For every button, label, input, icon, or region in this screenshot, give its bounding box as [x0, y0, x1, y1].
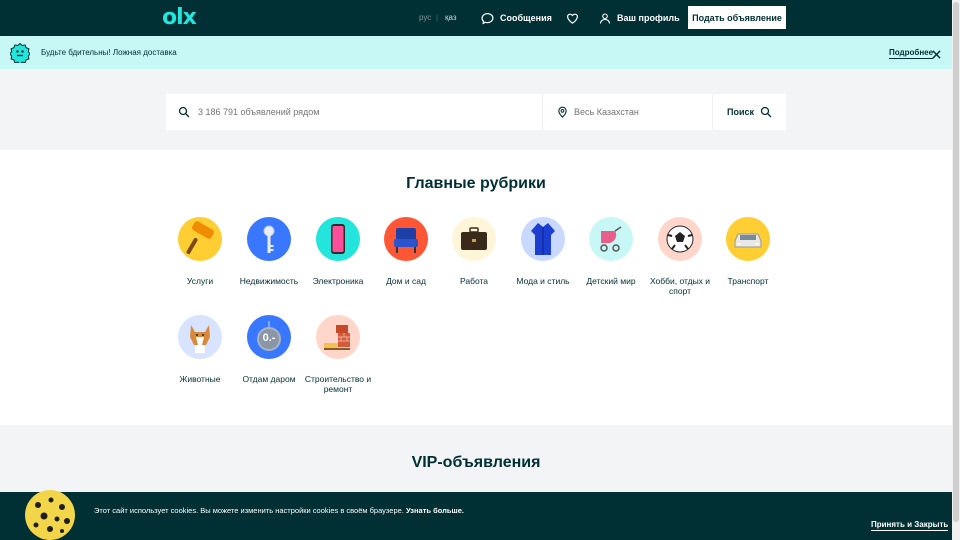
- location-input[interactable]: [574, 104, 704, 120]
- category-circle: [384, 217, 428, 261]
- category-circle: 0.-: [247, 315, 291, 359]
- category-label: Животные: [179, 374, 221, 384]
- category-circle: [589, 217, 633, 261]
- search-bar: Поиск: [166, 94, 786, 130]
- smartphone-icon: [331, 224, 345, 254]
- car-icon: [734, 233, 762, 248]
- cookie-message: Этот сайт использует cookies. Вы можете …: [94, 506, 404, 515]
- vip-section-title: VIP-объявления: [411, 454, 541, 471]
- category-label: Транспорт: [727, 276, 769, 286]
- search-icon: [760, 106, 772, 118]
- armchair-icon: [394, 228, 418, 253]
- key-icon: [263, 225, 275, 253]
- bricks-icon: [324, 325, 350, 350]
- category-jobs[interactable]: Работа: [434, 217, 514, 286]
- heart-icon: [567, 13, 578, 24]
- briefcase-icon: [461, 227, 487, 250]
- cookie-bar: Этот сайт использует cookies. Вы можете …: [0, 492, 952, 540]
- category-services[interactable]: Услуги: [160, 217, 240, 286]
- search-query-box: [166, 94, 543, 130]
- warning-banner: Будьте бдительны! Ложная доставка Подроб…: [0, 36, 952, 69]
- user-icon: [599, 12, 611, 24]
- category-construction[interactable]: Строительство и ремонт: [298, 315, 378, 394]
- profile-label: Ваш профиль: [617, 13, 680, 23]
- location-box: [543, 94, 713, 130]
- category-kids[interactable]: Детский мир: [571, 217, 651, 286]
- category-real-estate[interactable]: Недвижимость: [229, 217, 309, 286]
- search-icon: [178, 106, 190, 118]
- alert-badge-icon: [10, 43, 30, 63]
- category-transport[interactable]: Транспорт: [708, 217, 788, 286]
- close-icon[interactable]: [932, 50, 941, 59]
- banner-more-link[interactable]: Подробнее: [889, 48, 934, 59]
- category-label: Строительство и ремонт: [304, 374, 372, 394]
- lang-separator: |: [436, 13, 439, 22]
- messages-link[interactable]: Сообщения: [481, 9, 552, 27]
- search-input[interactable]: [198, 104, 528, 120]
- category-circle: [452, 217, 496, 261]
- category-label: Недвижимость: [239, 276, 299, 286]
- category-label: Работа: [459, 276, 489, 286]
- soccer-ball-icon: [666, 225, 694, 253]
- main-categories-section: Главные рубрики Услуги Недвижимость Элек…: [0, 150, 952, 425]
- category-label: Отдам даром: [242, 374, 296, 384]
- category-circle: [726, 217, 770, 261]
- messages-label: Сообщения: [500, 13, 552, 23]
- scrollbar-thumb[interactable]: [953, 2, 959, 522]
- location-pin-icon: [558, 106, 567, 118]
- category-free[interactable]: 0.- Отдам даром: [229, 315, 309, 384]
- free-tag-text: 0.-: [262, 332, 276, 344]
- category-circle: [247, 217, 291, 261]
- banner-text: Будьте бдительны! Ложная доставка: [41, 48, 177, 57]
- category-circle: [178, 217, 222, 261]
- category-circle: [521, 217, 565, 261]
- category-animals[interactable]: Животные: [160, 315, 240, 384]
- page-scrollbar[interactable]: [952, 0, 960, 540]
- profile-link[interactable]: Ваш профиль: [599, 9, 680, 27]
- top-header: olx рус | қаз Сообщения Ваш профиль Пода…: [0, 0, 952, 36]
- robe-icon: [531, 223, 555, 255]
- search-button[interactable]: Поиск: [713, 94, 786, 130]
- category-circle: [658, 217, 702, 261]
- chat-bubble-icon: [481, 12, 494, 24]
- favorites-link[interactable]: [566, 9, 579, 27]
- cookie-illustration-icon: [25, 490, 75, 540]
- olx-logo[interactable]: olx: [162, 7, 197, 29]
- search-button-label: Поиск: [726, 107, 754, 117]
- category-circle: [178, 315, 222, 359]
- lang-ru-link[interactable]: рус: [419, 13, 431, 22]
- stroller-icon: [600, 226, 622, 252]
- category-circle: [316, 217, 360, 261]
- category-circle: [316, 315, 360, 359]
- cookie-accept-button[interactable]: Принять и Закрыть: [871, 520, 949, 531]
- category-label: Детский мир: [586, 276, 636, 286]
- categories-title: Главные рубрики: [406, 175, 546, 192]
- cookie-learn-more-link[interactable]: Узнать больше.: [406, 506, 464, 515]
- paint-roller-icon: [186, 221, 214, 255]
- cookie-text: Этот сайт использует cookies. Вы можете …: [94, 506, 464, 515]
- lang-kz-link[interactable]: қаз: [445, 13, 457, 22]
- dog-icon: [190, 325, 210, 353]
- post-ad-button[interactable]: Подать объявление: [688, 6, 786, 29]
- category-label: Услуги: [186, 276, 214, 286]
